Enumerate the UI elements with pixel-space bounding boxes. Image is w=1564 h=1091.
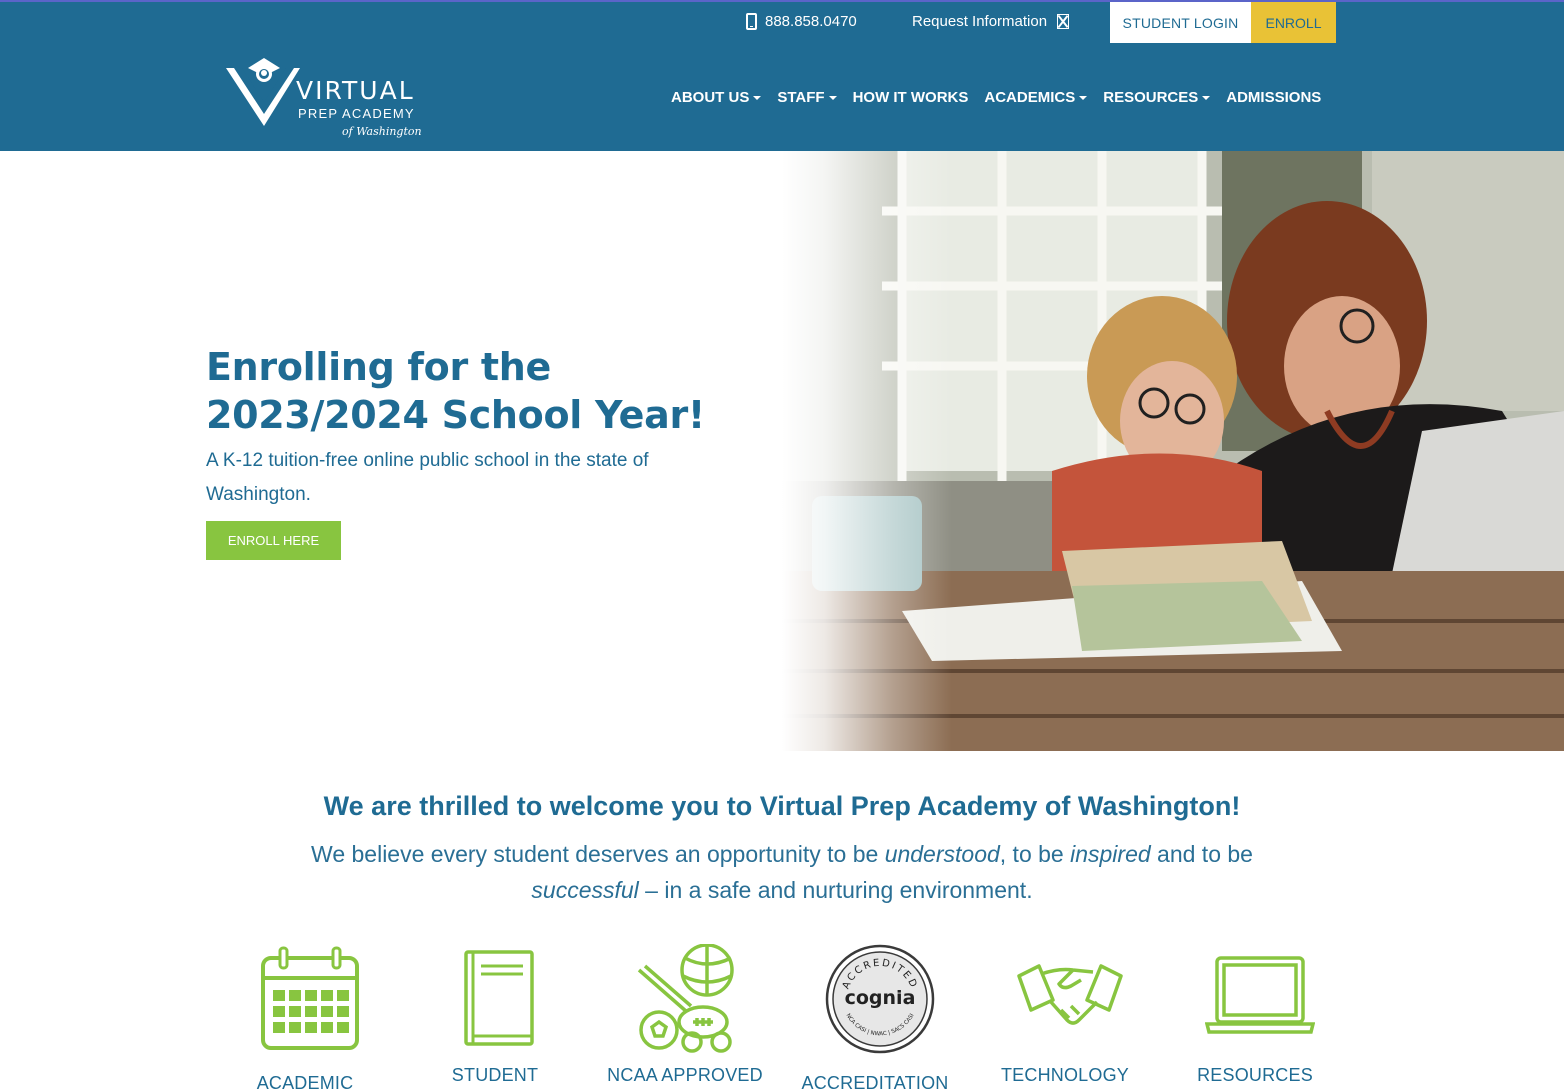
caret-down-icon [753, 96, 762, 100]
enroll-here-button[interactable]: ENROLL HERE [206, 521, 341, 560]
hero-title: Enrolling for the 2023/2024 School Year! [206, 345, 705, 437]
feature-label: ACADEMIC [256, 1073, 354, 1091]
caret-down-icon [828, 96, 837, 100]
nav-item-academics[interactable]: ACADEMICS [984, 89, 1088, 106]
hero-section: Enrolling for the 2023/2024 School Year!… [0, 151, 1564, 751]
hero-subtitle: A K-12 tuition-free online public school… [206, 450, 649, 505]
enroll-button[interactable]: ENROLL [1251, 2, 1336, 43]
cognia-badge-icon: ACCREDITED cognia NCA CASI | NWAC | SACS… [825, 944, 935, 1054]
feature-accreditation[interactable]: ACCREDITED cognia NCA CASI | NWAC | SACS… [780, 940, 970, 1091]
nav-label: STAFF [777, 89, 825, 106]
logo-subtitle: PREP ACADEMY [298, 106, 415, 121]
request-information-label: Request Information [912, 13, 1048, 30]
feature-label: NCAA APPROVED [607, 1065, 763, 1085]
nav-item-staff[interactable]: STAFF [777, 89, 837, 106]
phone-icon [746, 13, 757, 30]
book-icon [464, 950, 534, 1046]
caret-down-icon [1202, 96, 1211, 100]
hero-photo-fade [782, 151, 952, 751]
nav-item-admissions[interactable]: ADMISSIONS [1226, 89, 1321, 106]
handshake-icon [1017, 964, 1123, 1025]
nav-label: ABOUT US [671, 89, 750, 106]
nav-label: RESOURCES [1103, 89, 1199, 106]
nav-item-how-it-works[interactable]: HOW IT WORKS [853, 89, 969, 106]
site-header: VIRTUAL PREP ACADEMY of Washington 888.8… [0, 0, 1564, 151]
logo-wordmark: VIRTUAL [296, 76, 415, 105]
nav-item-resources[interactable]: RESOURCES [1103, 89, 1211, 106]
nav-label: ADMISSIONS [1226, 89, 1322, 106]
welcome-emphasis: inspired [1070, 841, 1151, 867]
calendar-icon [261, 946, 359, 1050]
feature-label: ACCREDITATION [801, 1073, 949, 1091]
feature-label: TECHNOLOGY [1000, 1065, 1130, 1085]
request-information-link[interactable]: Request Information [912, 13, 1070, 30]
feature-label: RESOURCES [1197, 1065, 1313, 1085]
feature-student[interactable]: STUDENT [400, 940, 590, 1091]
main-nav: ABOUT US STAFF HOW IT WORKS ACADEMICS RE… [671, 89, 1337, 106]
welcome-text: , to be [999, 841, 1071, 867]
envelope-icon [1057, 14, 1070, 29]
laptop-icon [1205, 956, 1315, 1034]
welcome-title: We are thrilled to welcome you to Virtua… [323, 791, 1241, 821]
feature-technology[interactable]: TECHNOLOGY [970, 940, 1160, 1091]
logo-v-mark-icon [226, 58, 300, 126]
logo-location: of Washington [342, 125, 422, 138]
sports-balls-icon [637, 944, 734, 1053]
nav-label: HOW IT WORKS [852, 89, 969, 106]
nav-item-about-us[interactable]: ABOUT US [671, 89, 762, 106]
phone-link[interactable]: 888.858.0470 [746, 13, 857, 30]
welcome-text: We believe every student deserves an opp… [311, 841, 885, 867]
feature-ncaa-approved[interactable]: NCAA APPROVED [590, 940, 780, 1091]
welcome-emphasis: successful [531, 877, 639, 903]
caret-down-icon [1079, 96, 1088, 100]
student-login-button[interactable]: STUDENT LOGIN [1110, 2, 1251, 43]
phone-number: 888.858.0470 [765, 13, 857, 30]
site-logo[interactable]: VIRTUAL PREP ACADEMY of Washington [224, 54, 434, 144]
feature-label: STUDENT [451, 1065, 539, 1085]
welcome-text: and to be [1150, 841, 1253, 867]
feature-resources[interactable]: RESOURCES [1160, 940, 1350, 1091]
welcome-body: We believe every student deserves an opp… [290, 836, 1274, 908]
welcome-emphasis: understood [884, 841, 1000, 867]
welcome-text: – in a safe and nurturing environment. [638, 877, 1033, 903]
feature-academic[interactable]: ACADEMIC [210, 940, 400, 1091]
nav-label: ACADEMICS [984, 89, 1076, 106]
badge-name-text: cognia [845, 987, 916, 1009]
